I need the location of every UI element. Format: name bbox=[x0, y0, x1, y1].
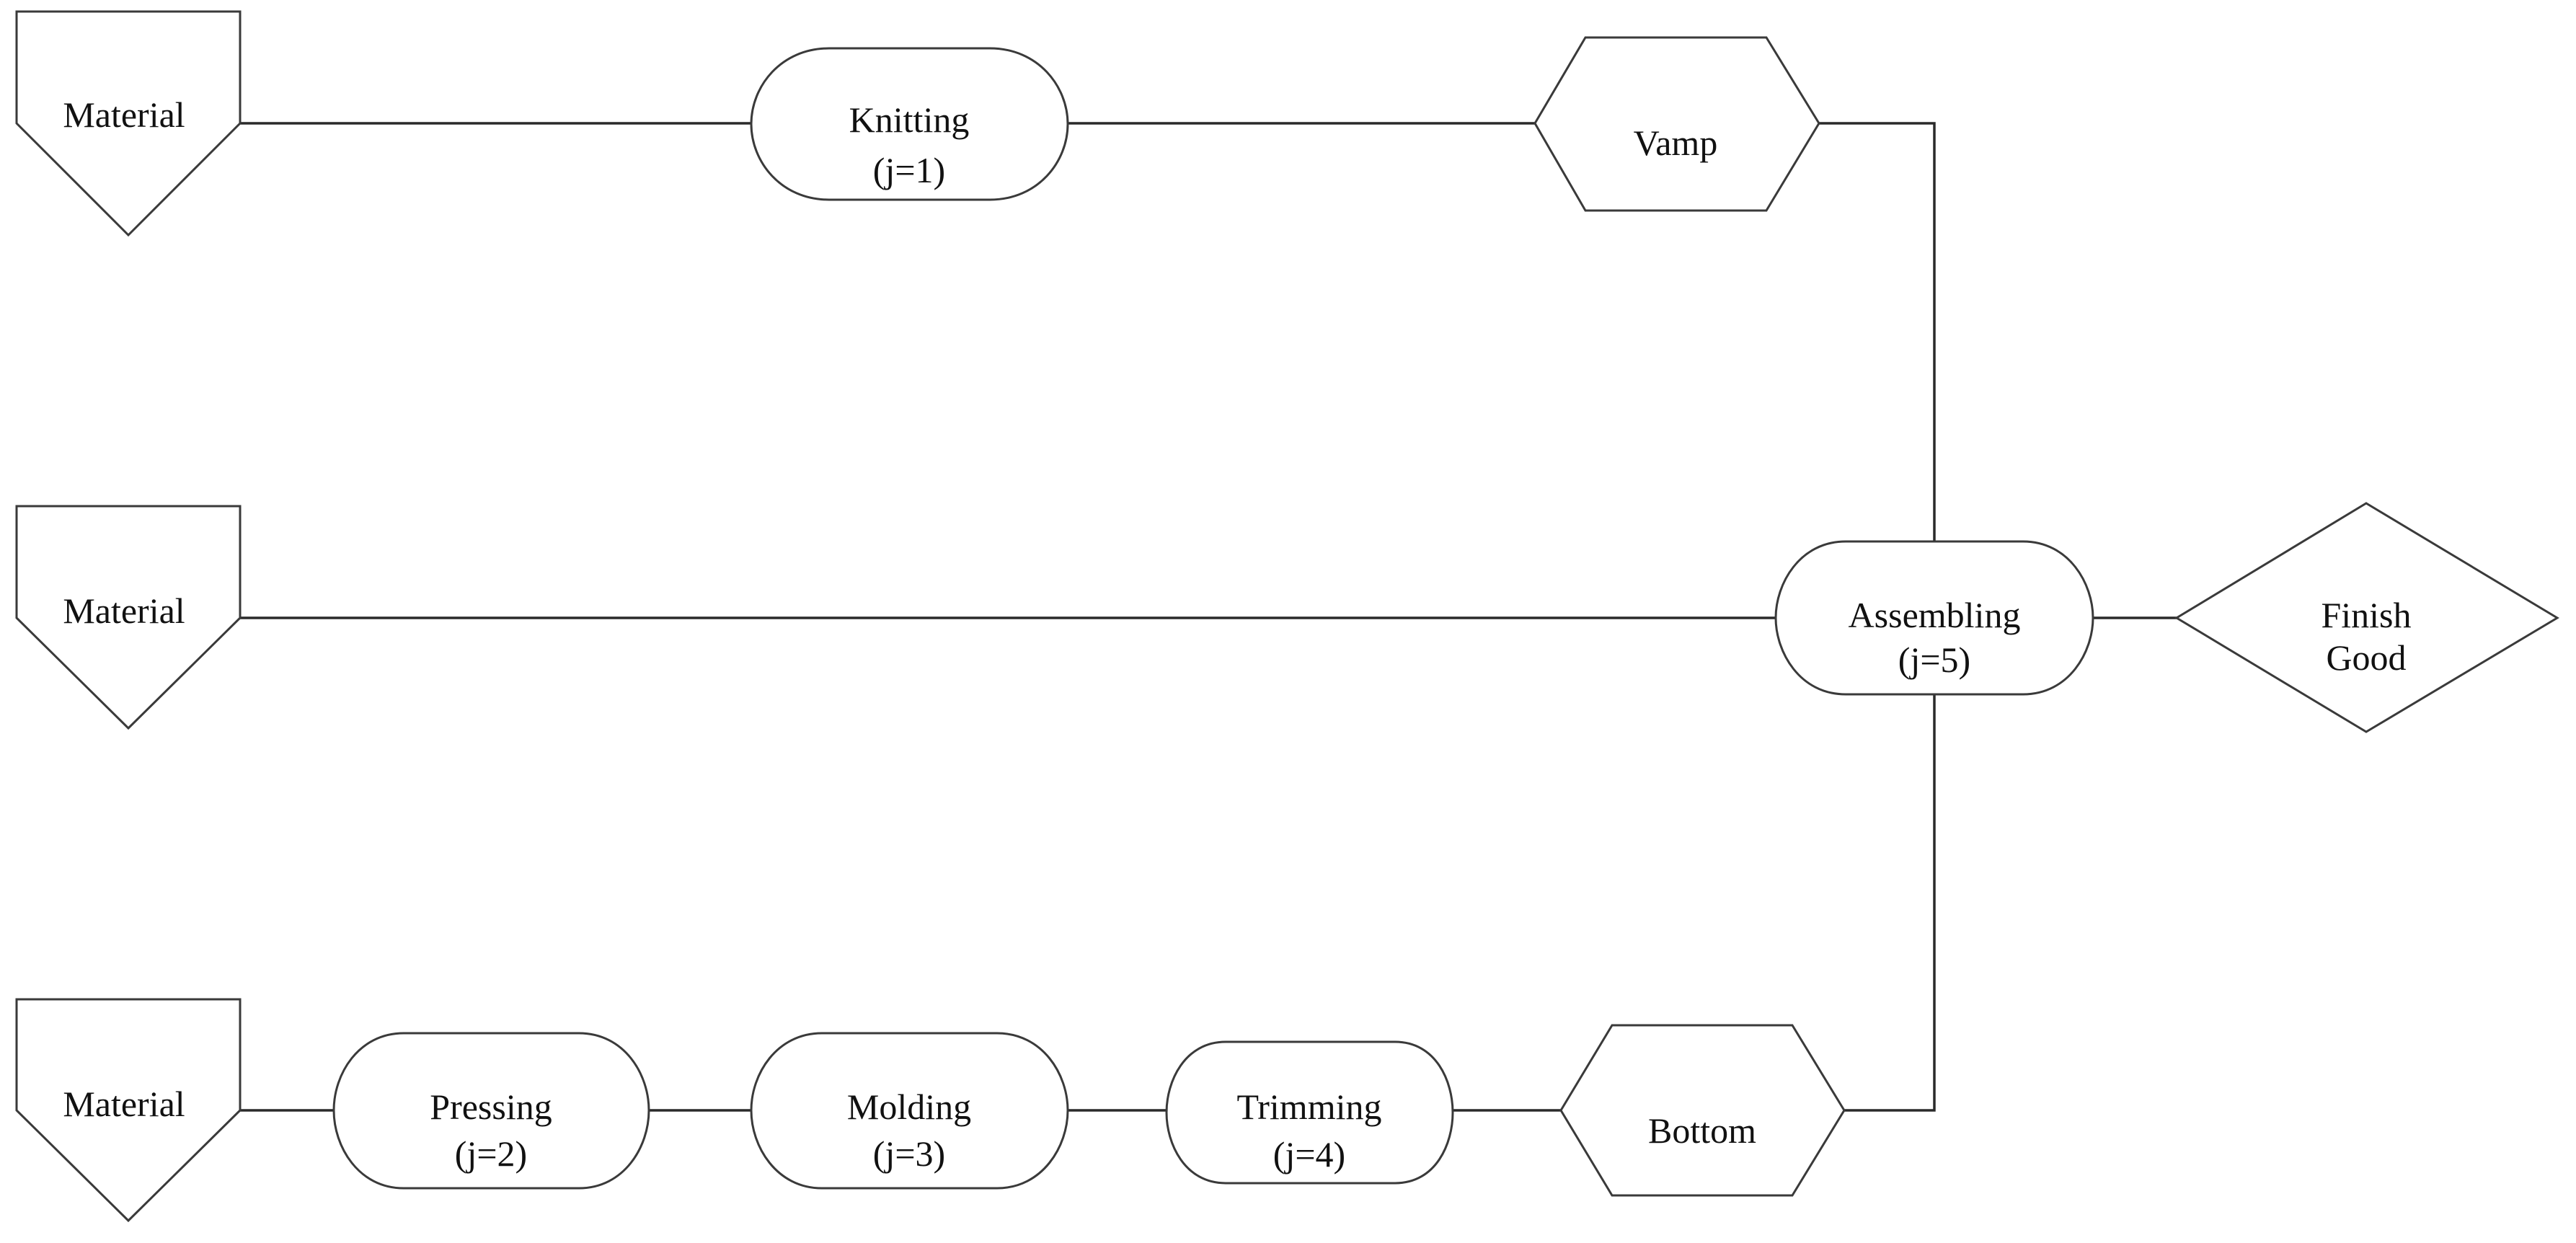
node-knitting[interactable]: Knitting (j=1) bbox=[750, 47, 1069, 201]
knitting-index-label: (j=1) bbox=[873, 150, 945, 190]
edge-bottom-to-assembling bbox=[1844, 694, 1936, 1112]
node-pressing[interactable]: Pressing (j=2) bbox=[332, 1032, 650, 1190]
material-2-label: Material bbox=[63, 590, 185, 631]
bottom-label: Bottom bbox=[1648, 1110, 1756, 1151]
knitting-label: Knitting bbox=[849, 99, 970, 140]
node-material-3[interactable]: Material bbox=[15, 998, 242, 1223]
node-vamp[interactable]: Vamp bbox=[1533, 36, 1820, 212]
material-1-label: Material bbox=[63, 94, 185, 135]
node-bottom[interactable]: Bottom bbox=[1559, 1024, 1846, 1197]
node-molding[interactable]: Molding (j=3) bbox=[750, 1032, 1069, 1190]
node-finish-good[interactable]: Finish Good bbox=[2174, 502, 2559, 733]
trimming-label: Trimming bbox=[1236, 1087, 1381, 1127]
node-assembling[interactable]: Assembling (j=5) bbox=[1774, 540, 2094, 696]
node-trimming[interactable]: Trimming (j=4) bbox=[1165, 1040, 1454, 1185]
finish-good-label-line-2: Good bbox=[2326, 637, 2406, 678]
material-3-label: Material bbox=[63, 1084, 185, 1124]
pressing-label: Pressing bbox=[430, 1087, 552, 1127]
finish-good-label-line-1: Finish bbox=[2321, 595, 2411, 635]
molding-index-label: (j=3) bbox=[873, 1133, 945, 1174]
edge-vamp-to-assembling bbox=[1819, 122, 1936, 541]
process-flow-diagram: Material Material Material Knitting (j=1… bbox=[15, 10, 2559, 1223]
pressing-index-label: (j=2) bbox=[455, 1133, 527, 1174]
node-material-2[interactable]: Material bbox=[15, 505, 242, 730]
vamp-label: Vamp bbox=[1634, 123, 1718, 163]
molding-label: Molding bbox=[847, 1087, 971, 1127]
assembling-index-label: (j=5) bbox=[1898, 640, 1970, 680]
trimming-index-label: (j=4) bbox=[1273, 1134, 1345, 1175]
node-material-1[interactable]: Material bbox=[15, 10, 242, 237]
assembling-label: Assembling bbox=[1849, 595, 2021, 635]
